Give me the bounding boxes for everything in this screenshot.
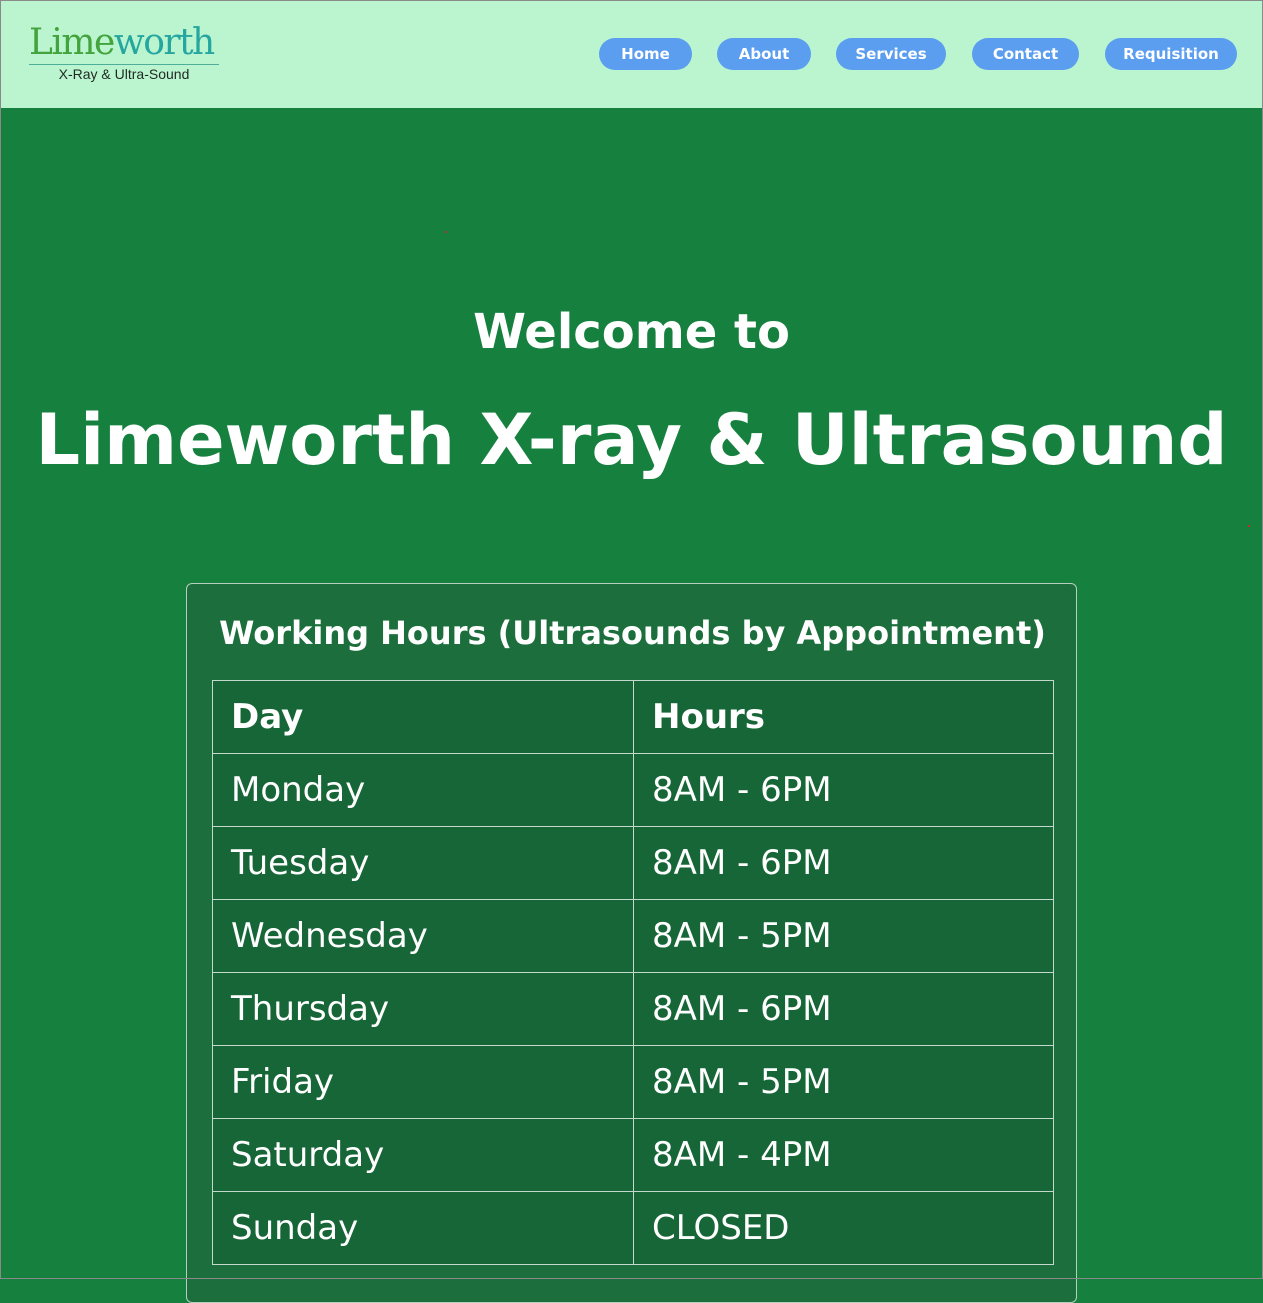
table-cell-hours: 8AM - 6PM <box>633 826 1054 900</box>
nav-about-button[interactable]: About <box>717 38 811 70</box>
logo-tagline: X-Ray & Ultra-Sound <box>58 66 190 82</box>
table-row: Wednesday 8AM - 5PM <box>212 899 1054 973</box>
logo-wordmark-worth: worth <box>113 22 215 63</box>
site-header: Limeworth X-Ray & Ultra-Sound Home About… <box>1 1 1262 108</box>
hero-title: Limeworth X-ray & Ultrasound <box>35 399 1228 481</box>
table-row: Sunday CLOSED <box>212 1191 1054 1265</box>
table-header-row: Day Hours <box>212 680 1054 754</box>
table-cell-day: Sunday <box>212 1191 634 1265</box>
table-header-hours: Hours <box>633 680 1054 754</box>
table-cell-day: Monday <box>212 753 634 827</box>
nav-home-button[interactable]: Home <box>599 38 692 70</box>
logo-divider <box>29 64 219 65</box>
table-cell-hours: 8AM - 6PM <box>633 753 1054 827</box>
table-row: Tuesday 8AM - 6PM <box>212 826 1054 900</box>
table-header-day: Day <box>212 680 634 754</box>
table-cell-day: Thursday <box>212 972 634 1046</box>
table-cell-hours: 8AM - 5PM <box>633 899 1054 973</box>
table-cell-day: Wednesday <box>212 899 634 973</box>
table-row: Thursday 8AM - 6PM <box>212 972 1054 1046</box>
table-row: Saturday 8AM - 4PM <box>212 1118 1054 1192</box>
table-cell-hours: 8AM - 6PM <box>633 972 1054 1046</box>
table-row: Monday 8AM - 6PM <box>212 753 1054 827</box>
nav-services-button[interactable]: Services <box>836 38 946 70</box>
table-cell-day: Friday <box>212 1045 634 1119</box>
decorative-dot <box>445 231 447 233</box>
logo-wordmark: Limeworth <box>29 23 221 63</box>
table-cell-hours: 8AM - 4PM <box>633 1118 1054 1192</box>
site-logo[interactable]: Limeworth X-Ray & Ultra-Sound <box>29 23 221 82</box>
table-row: Friday 8AM - 5PM <box>212 1045 1054 1119</box>
working-hours-table: Day Hours Monday 8AM - 6PM Tuesday 8AM -… <box>212 680 1054 1265</box>
decorative-dot <box>1248 525 1250 527</box>
logo-wordmark-lime: Lime <box>29 22 115 63</box>
table-cell-day: Tuesday <box>212 826 634 900</box>
working-hours-title: Working Hours (Ultrasounds by Appointmen… <box>219 614 1046 652</box>
table-cell-day: Saturday <box>212 1118 634 1192</box>
nav-contact-button[interactable]: Contact <box>972 38 1079 70</box>
table-cell-hours: 8AM - 5PM <box>633 1045 1054 1119</box>
table-cell-hours: CLOSED <box>633 1191 1054 1265</box>
nav-requisition-button[interactable]: Requisition <box>1105 38 1237 70</box>
hero-welcome-text: Welcome to <box>473 304 790 360</box>
